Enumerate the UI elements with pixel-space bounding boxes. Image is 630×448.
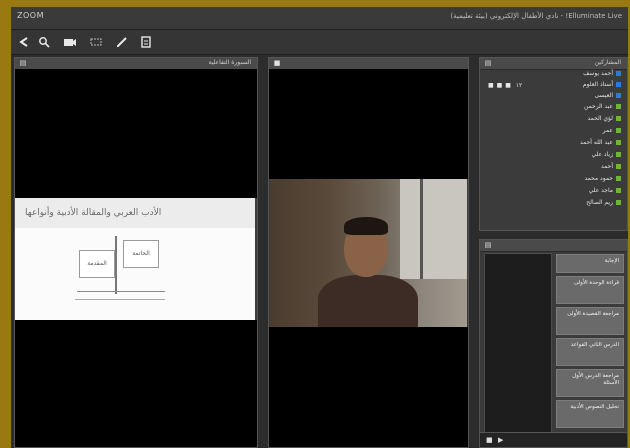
- participant-row[interactable]: زياد علي: [591, 151, 621, 160]
- webcam-feed: [270, 179, 467, 327]
- participant-name: عبد الرحمن: [584, 103, 613, 110]
- participant-name: أستاذ العلوم: [582, 81, 613, 88]
- poll-option-label: تحليل النصوص الأدبية: [570, 404, 619, 410]
- poll-option-button[interactable]: مراجعة القصيدة الأولى: [556, 307, 624, 335]
- participant-name: عمر: [602, 127, 613, 134]
- participant-name: أحمد يوسف: [583, 70, 613, 77]
- slide-divider-horizontal: [77, 291, 165, 292]
- whiteboard-panel-title: السبورة التفاعلية: [208, 59, 251, 66]
- participant-name: حمود محمد: [584, 175, 613, 182]
- presenter-hair: [344, 217, 388, 235]
- slide-title: الأدب العربي والمقالة الأدبية وأنواعها: [25, 208, 162, 218]
- slide-box-right-label: الخاتمة: [132, 250, 150, 257]
- poll-prev-icon[interactable]: ■: [486, 436, 493, 444]
- slide-box-left-label: المقدمة: [87, 260, 107, 267]
- poll-panel-header: ▤: [480, 240, 627, 252]
- camera-icon[interactable]: [63, 35, 77, 49]
- participant-row[interactable]: عبد الرحمن: [584, 103, 621, 112]
- app-logo: ZOOM: [17, 11, 44, 20]
- mic-icon[interactable]: ■: [488, 82, 494, 89]
- participant-row[interactable]: أستاذ العلوم: [583, 81, 621, 90]
- panel-menu-icon[interactable]: ▤: [19, 59, 27, 67]
- hand-icon[interactable]: ■: [497, 82, 503, 89]
- poll-option-button[interactable]: قراءة الوحدة الأولى: [556, 276, 624, 304]
- participant-name: زياد علي: [591, 151, 613, 158]
- poll-option-button[interactable]: الدرس الثاني القواعد: [556, 338, 624, 366]
- poll-option-button[interactable]: تحليل النصوص الأدبية: [556, 400, 624, 428]
- whiteboard-slide[interactable]: الأدب العربي والمقالة الأدبية وأنواعها ا…: [15, 198, 255, 320]
- app-window: ZOOM Elluminate Live! - نادي الأطفال الإ…: [11, 7, 628, 448]
- slide-header: الأدب العربي والمقالة الأدبية وأنواعها: [15, 198, 255, 228]
- video-top-area: [269, 69, 468, 179]
- whiteboard-panel: ▤ السبورة التفاعلية الأدب العربي والمقال…: [14, 57, 258, 448]
- poll-option-button[interactable]: مراجعة الدرس الأول الأسئلة: [556, 369, 624, 397]
- mic-count: ١٢: [515, 82, 523, 89]
- poll-option-button[interactable]: الإجابة: [556, 254, 624, 273]
- participant-name: لؤي الحمد: [587, 115, 613, 122]
- participant-row[interactable]: عبد الله أحمد: [580, 139, 621, 148]
- speaker-icon[interactable]: ■: [505, 82, 511, 89]
- video-camera-icon[interactable]: ■: [273, 59, 281, 67]
- participant-row[interactable]: العيسى: [594, 92, 621, 101]
- eraser-icon[interactable]: [115, 35, 129, 49]
- poll-option-label: مراجعة الدرس الأول الأسئلة: [572, 373, 619, 386]
- participant-row[interactable]: ماجد علي: [589, 187, 621, 196]
- pen-icon[interactable]: [89, 35, 103, 49]
- participants-status-icons: ■ ■ ■ ١٢: [488, 82, 522, 89]
- participant-name: عبد الله أحمد: [579, 139, 613, 146]
- pointer-icon[interactable]: [37, 35, 51, 49]
- video-bottom-area: [269, 327, 468, 447]
- poll-next-icon[interactable]: ▶: [498, 436, 503, 444]
- cam-window-frame: [420, 179, 423, 279]
- presenter-body: [318, 275, 418, 327]
- participant-row[interactable]: أحمد يوسف: [583, 70, 621, 79]
- slide-divider-vertical: [115, 236, 117, 294]
- slide-diagram-box-left: المقدمة: [79, 250, 115, 278]
- poll-option-label: قراءة الوحدة الأولى: [574, 280, 619, 286]
- participants-panel-header: ▤ المشاركين: [480, 58, 627, 70]
- participant-row[interactable]: عمر: [603, 127, 621, 136]
- poll-footer-bar: ■ ▶: [480, 432, 627, 447]
- participant-name: العيسى: [594, 92, 613, 99]
- participant-row[interactable]: لؤي الحمد: [587, 115, 621, 124]
- window-title: Elluminate Live! - نادي الأطفال الإلكترو…: [450, 12, 622, 20]
- whiteboard-bottom-area: [15, 320, 257, 447]
- title-bar: ZOOM Elluminate Live! - نادي الأطفال الإ…: [11, 7, 628, 30]
- main-toolbar: [11, 30, 628, 55]
- clipboard-icon[interactable]: [139, 35, 153, 49]
- poll-panel: ▤ الإجابة قراءة الوحدة الأولى مراجعة الق…: [479, 239, 628, 448]
- slide-footer-line: [75, 299, 165, 300]
- participants-panel-title: المشاركين: [594, 59, 621, 66]
- poll-option-label: الدرس الثاني القواعد: [570, 342, 619, 348]
- participant-name: أحمد: [601, 163, 613, 170]
- participant-row[interactable]: حمود محمد: [584, 175, 621, 184]
- poll-option-label: مراجعة القصيدة الأولى: [567, 311, 619, 317]
- poll-list-area: [484, 253, 552, 433]
- poll-menu-icon[interactable]: ▤: [484, 241, 492, 249]
- poll-option-label: الإجابة: [604, 258, 619, 264]
- participant-row[interactable]: ريم الصالح: [586, 199, 621, 208]
- participants-menu-icon[interactable]: ▤: [484, 59, 492, 67]
- whiteboard-top-area: [15, 69, 257, 198]
- slide-diagram-box-right: الخاتمة: [123, 240, 159, 268]
- participants-panel: ▤ المشاركين ■ ■ ■ ١٢ أحمد يوسف أستاذ الع…: [479, 57, 628, 231]
- arrow-left-icon[interactable]: [17, 35, 31, 49]
- participant-name: ريم الصالح: [586, 199, 613, 206]
- video-panel: ■: [268, 57, 469, 448]
- cam-window: [400, 179, 467, 279]
- participant-row[interactable]: أحمد: [601, 163, 621, 172]
- participant-name: ماجد علي: [588, 187, 613, 194]
